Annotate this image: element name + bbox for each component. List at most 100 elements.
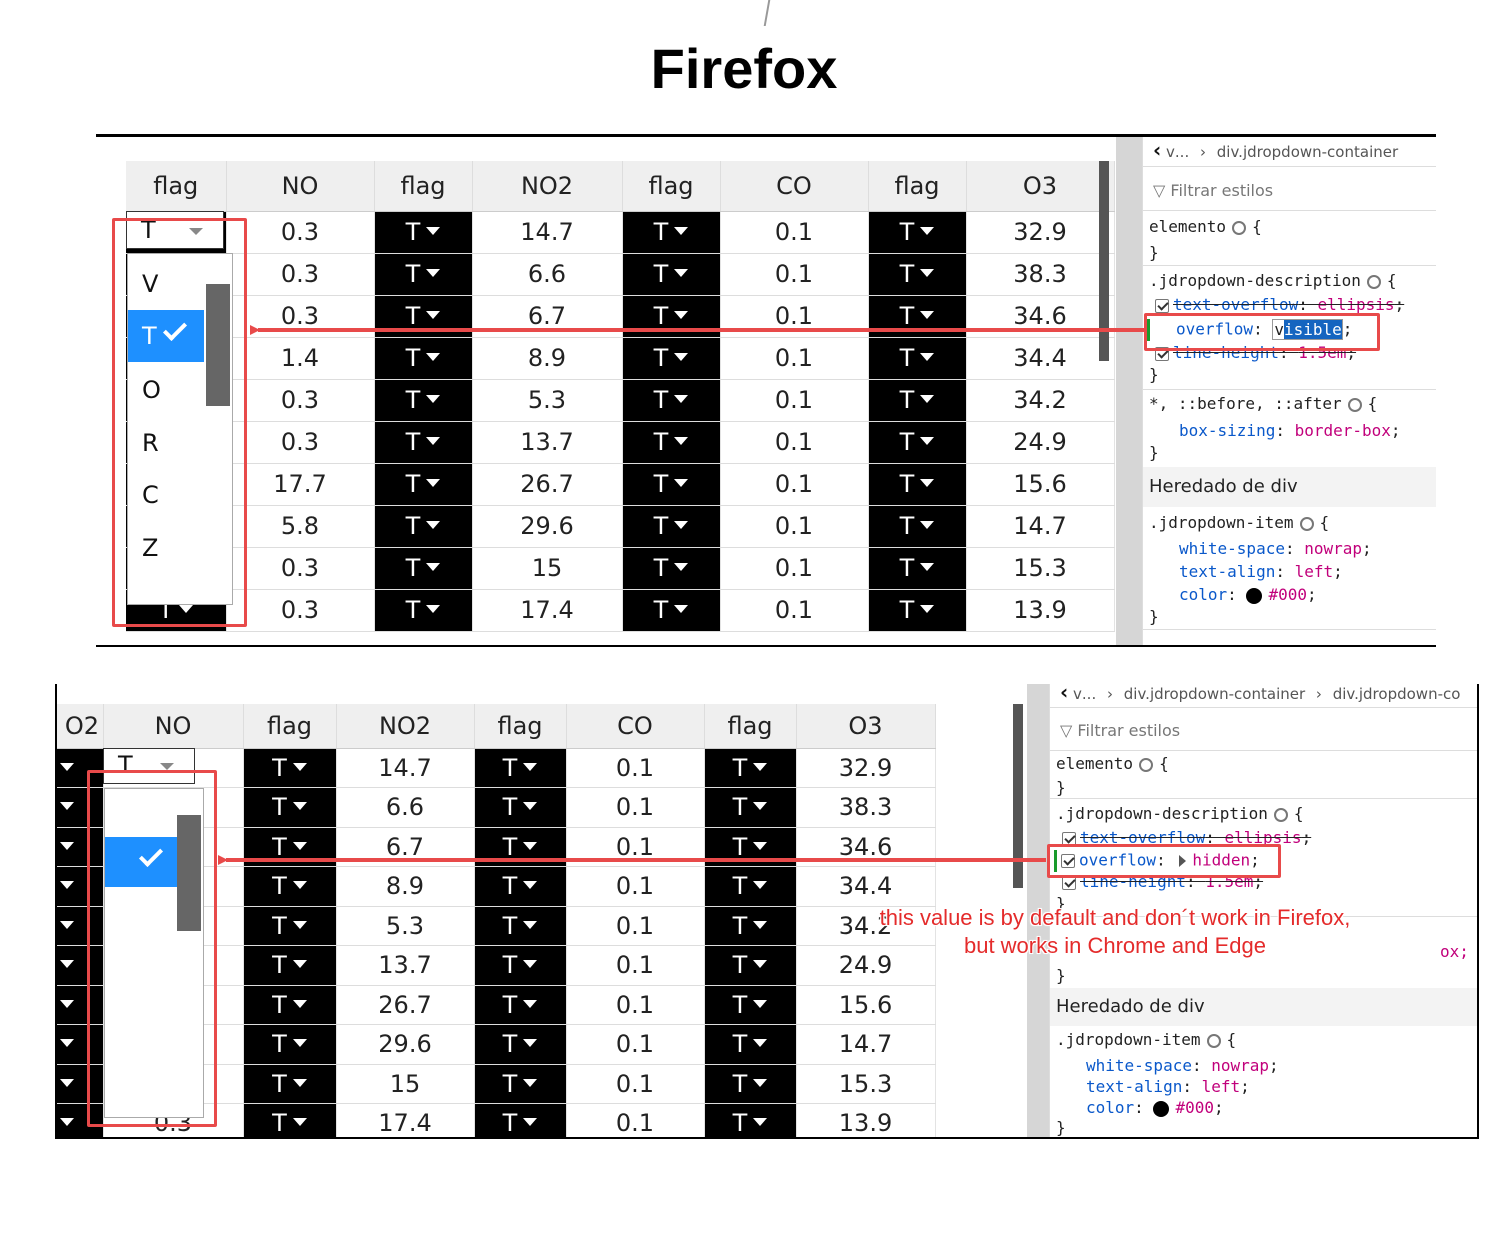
flag-dropdown-cell[interactable]: T: [622, 505, 721, 548]
column-header[interactable]: flag: [374, 161, 473, 212]
flag-dropdown-cell[interactable]: T: [474, 866, 567, 907]
flag-dropdown-cell[interactable]: T: [704, 866, 797, 907]
flag-dropdown-cell[interactable]: T: [868, 463, 967, 506]
splitter[interactable]: [1116, 137, 1142, 645]
flag-dropdown-cell[interactable]: T: [704, 1103, 797, 1137]
value-cell[interactable]: 13.9: [966, 589, 1115, 632]
flag-dropdown-cell[interactable]: T: [374, 589, 473, 632]
flag-dropdown-cell[interactable]: T: [243, 1103, 337, 1137]
gear-icon[interactable]: [1366, 274, 1381, 289]
value-cell[interactable]: 0.3: [226, 547, 375, 590]
value-cell[interactable]: 0.3: [226, 211, 375, 254]
flag-dropdown-cell[interactable]: T: [622, 337, 721, 380]
flag-dropdown-cell[interactable]: T: [704, 827, 797, 867]
column-header[interactable]: NO2: [472, 161, 623, 212]
flag-dropdown-cell[interactable]: T: [374, 211, 473, 254]
filter-input[interactable]: Filtrar estilos: [1170, 181, 1273, 200]
flag-dropdown-cell[interactable]: T: [622, 589, 721, 632]
flag-dropdown-cell[interactable]: T: [868, 547, 967, 590]
flag-dropdown-cell[interactable]: T: [704, 985, 797, 1025]
value-cell[interactable]: 14.7: [472, 211, 623, 254]
value-cell[interactable]: 15.3: [796, 1064, 936, 1104]
value-cell[interactable]: 0.3: [226, 295, 375, 338]
flag-dropdown-cell[interactable]: T: [622, 547, 721, 590]
flag-dropdown-cell[interactable]: T: [474, 1024, 567, 1065]
flag-dropdown-cell[interactable]: T: [243, 1024, 337, 1065]
value-cell[interactable]: 1.4: [226, 337, 375, 380]
value-cell[interactable]: 0.1: [720, 379, 869, 422]
value-cell[interactable]: 32.9: [796, 748, 936, 788]
value-cell[interactable]: 0.1: [720, 337, 869, 380]
value-cell[interactable]: 5.3: [336, 906, 475, 946]
flag-dropdown-cell[interactable]: T: [374, 421, 473, 464]
value-cell[interactable]: 14.7: [966, 505, 1115, 548]
value-cell[interactable]: 8.9: [472, 337, 623, 380]
value-cell[interactable]: 0.1: [720, 505, 869, 548]
breadcrumb-item[interactable]: div.jdropdown-container: [1217, 143, 1398, 161]
checkbox[interactable]: [1155, 298, 1169, 313]
value-cell[interactable]: 15: [336, 1064, 475, 1104]
flag-dropdown-cell[interactable]: T: [868, 589, 967, 632]
value-cell[interactable]: 0.1: [720, 547, 869, 590]
flag-dropdown-cell[interactable]: T: [622, 211, 721, 254]
value-cell[interactable]: 15: [472, 547, 623, 590]
flag-dropdown-cell[interactable]: T: [474, 1064, 567, 1104]
column-header[interactable]: NO: [103, 704, 244, 749]
color-swatch-icon[interactable]: [1153, 1100, 1170, 1117]
flag-dropdown-cell[interactable]: T: [474, 748, 567, 788]
flag-dropdown-cell[interactable]: T: [622, 295, 721, 338]
flag-dropdown-cell[interactable]: T: [622, 379, 721, 422]
gear-icon[interactable]: [1139, 757, 1154, 772]
flag-dropdown-cell[interactable]: T: [704, 1064, 797, 1104]
value-cell[interactable]: 0.1: [566, 827, 705, 867]
column-header[interactable]: flag: [126, 161, 227, 212]
back-chevron-icon[interactable]: ‹: [1060, 684, 1068, 704]
flag-dropdown-cell[interactable]: T: [704, 945, 797, 986]
flag-dropdown-cell[interactable]: T: [622, 253, 721, 296]
color-swatch-icon[interactable]: [1246, 587, 1263, 604]
value-cell[interactable]: 6.6: [472, 253, 623, 296]
value-cell[interactable]: 0.1: [566, 1024, 705, 1065]
value-cell[interactable]: 0.3: [226, 253, 375, 296]
value-cell[interactable]: 38.3: [966, 253, 1115, 296]
column-header[interactable]: flag: [868, 161, 967, 212]
value-cell[interactable]: 0.3: [226, 421, 375, 464]
value-cell[interactable]: 24.9: [966, 421, 1115, 464]
breadcrumb-item[interactable]: div.jdropdown-container: [1124, 685, 1305, 703]
value-cell[interactable]: 14.7: [796, 1024, 936, 1065]
value-cell[interactable]: 26.7: [336, 985, 475, 1025]
flag-dropdown-cell[interactable]: T: [243, 906, 337, 946]
value-cell[interactable]: 34.6: [796, 827, 936, 867]
column-header[interactable]: NO2: [336, 704, 475, 749]
flag-dropdown-cell[interactable]: T: [243, 787, 337, 828]
flag-dropdown-cell[interactable]: T: [704, 787, 797, 828]
value-cell[interactable]: 0.3: [226, 589, 375, 632]
value-cell[interactable]: 0.1: [720, 589, 869, 632]
column-header[interactable]: flag: [704, 704, 797, 749]
value-cell[interactable]: 26.7: [472, 463, 623, 506]
flag-dropdown-cell[interactable]: T: [868, 211, 967, 254]
flag-dropdown-cell[interactable]: T: [374, 463, 473, 506]
value-cell[interactable]: 17.4: [336, 1103, 475, 1137]
value-cell[interactable]: 0.1: [566, 985, 705, 1025]
value-cell[interactable]: 0.1: [566, 748, 705, 788]
value-cell[interactable]: 0.1: [566, 906, 705, 946]
value-cell[interactable]: 0.1: [566, 866, 705, 907]
flag-dropdown-cell[interactable]: T: [868, 379, 967, 422]
value-cell[interactable]: 0.1: [720, 421, 869, 464]
column-header[interactable]: flag: [474, 704, 567, 749]
value-cell[interactable]: 0.1: [720, 463, 869, 506]
value-cell[interactable]: 15.6: [966, 463, 1115, 506]
column-header[interactable]: CO: [720, 161, 869, 212]
flag-dropdown-cell[interactable]: T: [474, 827, 567, 867]
flag-dropdown-cell[interactable]: T: [374, 253, 473, 296]
value-cell[interactable]: 6.7: [336, 827, 475, 867]
column-header[interactable]: CO: [566, 704, 705, 749]
filter-input[interactable]: Filtrar estilos: [1077, 721, 1180, 740]
gear-icon[interactable]: [1347, 397, 1362, 412]
value-cell[interactable]: 17.7: [226, 463, 375, 506]
flag-dropdown-cell[interactable]: T: [474, 906, 567, 946]
value-cell[interactable]: 15.6: [796, 985, 936, 1025]
property-value[interactable]: left: [1202, 1077, 1241, 1096]
flag-dropdown-cell[interactable]: T: [243, 748, 337, 788]
